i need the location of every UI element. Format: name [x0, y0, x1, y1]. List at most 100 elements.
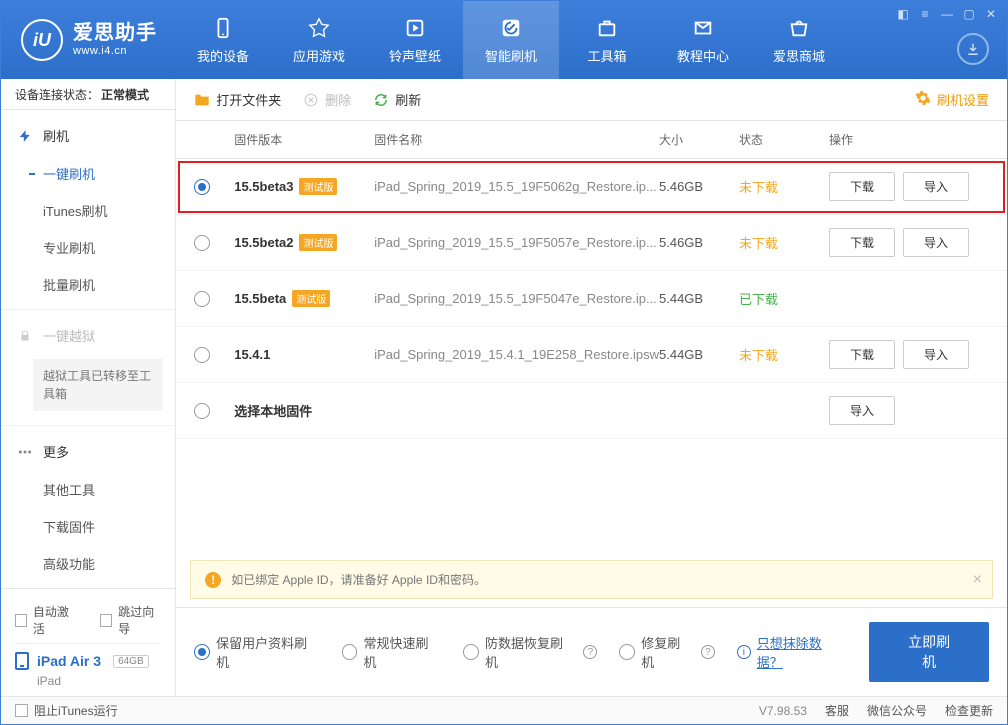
- sidebar-item-flash-1[interactable]: iTunes刷机: [1, 192, 175, 229]
- import-button[interactable]: 导入: [903, 172, 969, 201]
- device-row[interactable]: iPad Air 3 64GB: [15, 644, 161, 674]
- sidebar-item-more-2[interactable]: 高级功能: [1, 545, 175, 582]
- nav-tutorial[interactable]: 教程中心: [655, 1, 751, 79]
- app-name: 爱思助手: [73, 21, 157, 45]
- import-button[interactable]: 导入: [903, 228, 969, 257]
- firmware-name: iPad_Spring_2019_15.5_19F5062g_Restore.i…: [374, 179, 659, 194]
- sidebar-item-flash-2[interactable]: 专业刷机: [1, 229, 175, 266]
- firmware-row: 15.5beta3 测试版 iPad_Spring_2019_15.5_19F5…: [176, 159, 1007, 215]
- th-name: 固件名称: [374, 131, 659, 148]
- help-icon[interactable]: ?: [701, 645, 715, 659]
- block-itunes-checkbox[interactable]: [15, 704, 28, 717]
- warning-icon: !: [205, 572, 221, 588]
- help-icon[interactable]: ?: [583, 645, 597, 659]
- firmware-version: 15.5beta3: [234, 179, 293, 194]
- th-version: 固件版本: [234, 131, 374, 148]
- download-button[interactable]: 下载: [829, 340, 895, 369]
- download-button[interactable]: 下载: [829, 172, 895, 201]
- flash-option-3[interactable]: 修复刷机?: [619, 633, 715, 671]
- nav-flash[interactable]: 智能刷机: [463, 1, 559, 79]
- import-button[interactable]: 导入: [829, 396, 895, 425]
- main-nav: 我的设备应用游戏铃声壁纸智能刷机工具箱教程中心爱思商城: [175, 1, 1007, 79]
- flash-options: 保留用户资料刷机常规快速刷机防数据恢复刷机? 修复刷机? i 只想抹除数据？ 立即刷机: [176, 607, 1007, 696]
- open-folder-button[interactable]: 打开文件夹: [194, 90, 281, 109]
- flash-option-2[interactable]: 防数据恢复刷机?: [463, 633, 597, 671]
- firmware-version: 15.4.1: [234, 347, 270, 362]
- footer-wechat[interactable]: 微信公众号: [867, 702, 927, 719]
- firmware-radio[interactable]: [194, 291, 210, 307]
- nav-ringtones[interactable]: 铃声壁纸: [367, 1, 463, 79]
- footer-support[interactable]: 客服: [825, 702, 849, 719]
- ringtones-icon: [403, 16, 427, 40]
- firmware-row: 15.5beta 测试版 iPad_Spring_2019_15.5_19F50…: [176, 271, 1007, 327]
- firmware-row: 选择本地固件 导入: [176, 383, 1007, 439]
- flash-settings-button[interactable]: 刷机设置: [915, 90, 989, 109]
- sidebar-item-flash-3[interactable]: 批量刷机: [1, 266, 175, 303]
- download-button[interactable]: 下载: [829, 228, 895, 257]
- alert-close-button[interactable]: ×: [973, 571, 982, 589]
- option-radio[interactable]: [342, 644, 358, 660]
- gear-icon: [915, 90, 931, 109]
- erase-link[interactable]: 只想抹除数据？: [757, 633, 847, 671]
- delete-button: 删除: [303, 90, 351, 109]
- logo-icon: iU: [21, 19, 63, 61]
- sidebar-item-flash-0[interactable]: 一键刷机: [1, 155, 175, 192]
- footer-update[interactable]: 检查更新: [945, 702, 993, 719]
- device-icon: [211, 16, 235, 40]
- titlebar: iU 爱思助手 www.i4.cn 我的设备应用游戏铃声壁纸智能刷机工具箱教程中…: [1, 1, 1007, 79]
- firmware-status: 已下载: [739, 289, 829, 308]
- device-type: iPad: [15, 674, 161, 688]
- firmware-version: 15.5beta2: [234, 235, 293, 250]
- sidebar-head-jailbreak: 一键越狱: [1, 316, 175, 355]
- firmware-status: 未下载: [739, 233, 829, 252]
- footer: 阻止iTunes运行 V7.98.53 客服 微信公众号 检查更新: [1, 696, 1007, 724]
- firmware-radio[interactable]: [194, 347, 210, 363]
- win-list-icon[interactable]: ≡: [915, 5, 935, 23]
- flash-icon: [17, 128, 33, 144]
- delete-icon: [303, 92, 319, 108]
- firmware-radio[interactable]: [194, 179, 210, 195]
- downloads-icon[interactable]: [957, 33, 989, 65]
- option-radio[interactable]: [463, 644, 479, 660]
- firmware-name: iPad_Spring_2019_15.5_19F5057e_Restore.i…: [374, 235, 659, 250]
- sidebar-item-more-0[interactable]: 其他工具: [1, 471, 175, 508]
- more-icon: [17, 444, 33, 460]
- firmware-radio[interactable]: [194, 235, 210, 251]
- sidebar-head-flash[interactable]: 刷机: [1, 116, 175, 155]
- tutorial-icon: [691, 16, 715, 40]
- auto-activate-checkbox[interactable]: [15, 614, 27, 627]
- sidebar-head-more[interactable]: 更多: [1, 432, 175, 471]
- firmware-size: 5.44GB: [659, 291, 739, 306]
- win-menu-icon[interactable]: ◧: [893, 5, 913, 23]
- nav-store[interactable]: 爱思商城: [751, 1, 847, 79]
- beta-badge: 测试版: [292, 290, 330, 307]
- nav-apps[interactable]: 应用游戏: [271, 1, 367, 79]
- block-itunes-label: 阻止iTunes运行: [34, 702, 118, 719]
- info-icon: i: [737, 645, 751, 659]
- option-radio[interactable]: [194, 644, 210, 660]
- firmware-radio[interactable]: [194, 403, 210, 419]
- win-close-icon[interactable]: ✕: [981, 5, 1001, 23]
- firmware-list: 15.5beta3 测试版 iPad_Spring_2019_15.5_19F5…: [176, 159, 1007, 552]
- logo-area: iU 爱思助手 www.i4.cn: [1, 1, 175, 79]
- option-radio[interactable]: [619, 644, 635, 660]
- content: 打开文件夹 删除 刷新 刷机设置 固件版本 固件名称 大小 状态 操作: [176, 79, 1007, 696]
- firmware-version: 15.5beta: [234, 291, 286, 306]
- sidebar-item-more-1[interactable]: 下载固件: [1, 508, 175, 545]
- flash-now-button[interactable]: 立即刷机: [869, 622, 989, 682]
- firmware-name: iPad_Spring_2019_15.5_19F5047e_Restore.i…: [374, 291, 659, 306]
- firmware-row: 15.5beta2 测试版 iPad_Spring_2019_15.5_19F5…: [176, 215, 1007, 271]
- win-maximize-icon[interactable]: ▢: [959, 5, 979, 23]
- win-minimize-icon[interactable]: —: [937, 5, 957, 23]
- nav-tools[interactable]: 工具箱: [559, 1, 655, 79]
- nav-device[interactable]: 我的设备: [175, 1, 271, 79]
- table-header: 固件版本 固件名称 大小 状态 操作: [176, 121, 1007, 159]
- refresh-button[interactable]: 刷新: [373, 90, 421, 109]
- toolbar: 打开文件夹 删除 刷新 刷机设置: [176, 79, 1007, 121]
- flash-option-1[interactable]: 常规快速刷机: [342, 633, 441, 671]
- skip-guide-checkbox[interactable]: [100, 614, 112, 627]
- flash-option-0[interactable]: 保留用户资料刷机: [194, 633, 319, 671]
- tools-icon: [595, 16, 619, 40]
- import-button[interactable]: 导入: [903, 340, 969, 369]
- firmware-size: 5.46GB: [659, 235, 739, 250]
